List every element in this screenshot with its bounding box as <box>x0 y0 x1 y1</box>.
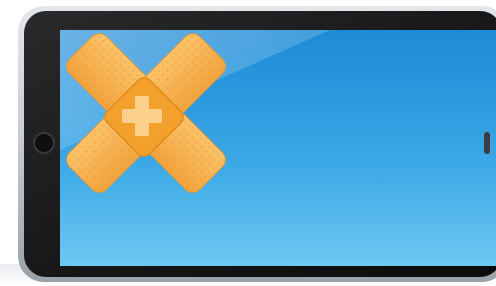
camera-icon <box>484 132 490 154</box>
tablet-illustration <box>18 6 496 282</box>
illustration <box>0 0 496 286</box>
home-button-icon <box>33 132 55 154</box>
